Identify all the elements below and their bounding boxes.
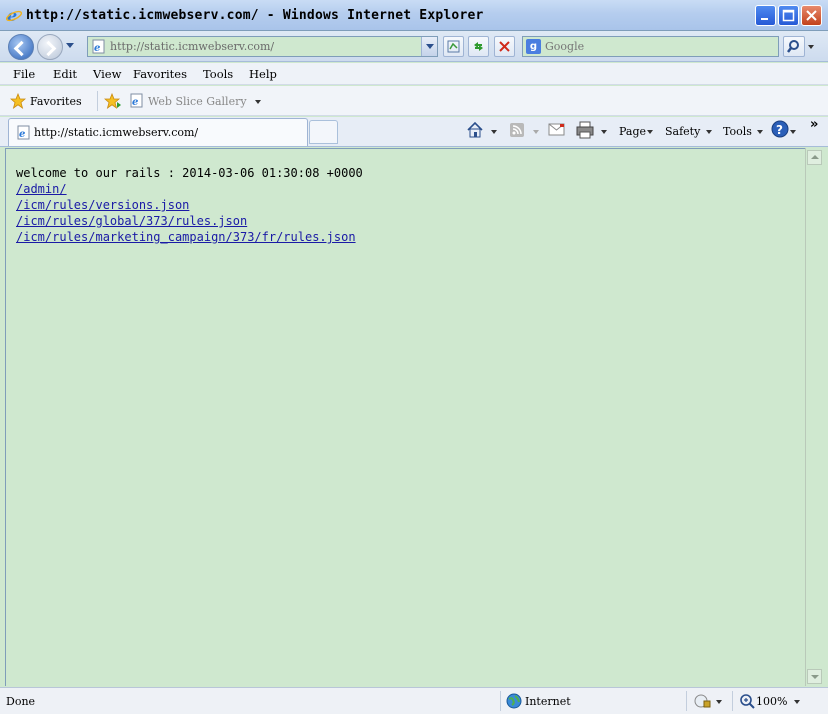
close-icon (806, 10, 817, 21)
status-divider (500, 691, 501, 711)
page-content: welcome to our rails : 2014-03-06 01:30:… (5, 148, 805, 686)
search-icon (787, 40, 799, 53)
globe-icon (506, 693, 522, 709)
favorites-bar: Favorites e Web Slice Gallery (0, 86, 828, 116)
recent-pages-dropdown[interactable] (66, 43, 74, 48)
chevron-down-icon[interactable] (255, 100, 261, 104)
print-dropdown-icon[interactable] (601, 130, 607, 134)
link-admin[interactable]: /admin/ (16, 182, 67, 196)
status-text: Done (6, 695, 36, 708)
scroll-up-button[interactable] (807, 150, 822, 165)
compatibility-view-icon (447, 40, 460, 53)
status-bar: Done Internet 100% (0, 687, 828, 714)
stop-button[interactable] (494, 36, 515, 57)
add-to-favorites-bar-icon[interactable] (104, 93, 122, 109)
page-dropdown-icon[interactable] (647, 130, 653, 134)
page-icon: e (92, 39, 105, 54)
compatibility-view-button[interactable] (443, 36, 464, 57)
home-dropdown-icon[interactable] (491, 130, 497, 134)
window-title: http://static.icmwebserv.com/ - Windows … (26, 8, 484, 23)
address-input[interactable] (110, 39, 410, 54)
svg-text:e: e (132, 97, 138, 108)
security-zone-label: Internet (525, 695, 571, 708)
status-divider (732, 691, 733, 711)
svg-text:e: e (19, 129, 25, 140)
close-window-button[interactable] (801, 5, 822, 26)
feeds-dropdown-icon[interactable] (533, 130, 539, 134)
help-icon[interactable]: ? (771, 120, 789, 138)
more-commands-chevron-icon[interactable]: » (810, 117, 818, 132)
safety-dropdown-icon[interactable] (706, 130, 712, 134)
mail-icon[interactable] (548, 123, 566, 136)
google-icon: g (526, 39, 541, 54)
forward-button[interactable] (37, 34, 63, 60)
menu-view[interactable]: View (93, 67, 121, 81)
maximize-icon (782, 9, 795, 22)
welcome-text: welcome to our rails : 2014-03-06 01:30:… (16, 166, 363, 180)
maximize-button[interactable] (778, 5, 799, 26)
vertical-scrollbar[interactable] (805, 148, 822, 686)
zoom-dropdown-icon[interactable] (794, 700, 800, 704)
refresh-button[interactable] (468, 36, 489, 57)
menu-help[interactable]: Help (249, 67, 277, 81)
refresh-icon (474, 42, 483, 51)
minimize-icon (761, 18, 768, 20)
search-options-dropdown[interactable] (806, 36, 817, 57)
link-versions-json[interactable]: /icm/rules/versions.json (16, 198, 189, 212)
help-dropdown-icon[interactable] (790, 130, 796, 134)
tab-active[interactable]: e http://static.icmwebserv.com/ (8, 118, 308, 146)
search-box: g (522, 36, 779, 57)
svg-text:?: ? (776, 123, 783, 137)
link-marketing-campaign-rules-json[interactable]: /icm/rules/marketing_campaign/373/fr/rul… (16, 230, 356, 244)
toolbar-divider (97, 91, 98, 111)
stop-icon (499, 41, 510, 52)
new-tab-button[interactable] (309, 120, 338, 144)
web-slice-page-icon: e (130, 93, 143, 108)
feeds-icon[interactable] (509, 122, 525, 138)
search-button[interactable] (783, 36, 805, 57)
status-divider (686, 691, 687, 711)
zoom-level[interactable]: 100% (756, 695, 787, 708)
favorites-star-icon[interactable] (10, 93, 26, 109)
menu-bar: File Edit View Favorites Tools Help (0, 63, 828, 85)
favorites-button[interactable]: Favorites (30, 95, 82, 108)
menu-edit[interactable]: Edit (53, 67, 77, 81)
scroll-down-button[interactable] (807, 669, 822, 684)
address-bar: e (87, 36, 438, 57)
svg-text:e: e (94, 43, 100, 54)
link-global-rules-json[interactable]: /icm/rules/global/373/rules.json (16, 214, 247, 228)
ie-logo-icon: e (6, 7, 22, 23)
title-bar: e http://static.icmwebserv.com/ - Window… (0, 0, 828, 31)
tools-menu-button[interactable]: Tools (723, 125, 752, 138)
navigation-bar: e g (0, 31, 828, 62)
back-button[interactable] (8, 34, 34, 60)
web-slice-gallery-link[interactable]: Web Slice Gallery (148, 95, 247, 108)
page-icon: e (17, 125, 30, 140)
tab-row: e http://static.icmwebserv.com/ Page Saf… (0, 117, 828, 147)
menu-favorites[interactable]: Favorites (133, 67, 187, 81)
print-icon[interactable] (575, 121, 595, 139)
menu-tools[interactable]: Tools (203, 67, 233, 81)
protected-mode-icon[interactable] (694, 693, 712, 709)
zoom-icon[interactable] (739, 693, 755, 709)
search-input[interactable] (545, 39, 765, 54)
tools-dropdown-icon[interactable] (757, 130, 763, 134)
home-icon[interactable] (466, 121, 484, 139)
protected-mode-dropdown-icon[interactable] (716, 700, 722, 704)
minimize-button[interactable] (755, 5, 776, 26)
tab-label: http://static.icmwebserv.com/ (34, 126, 199, 139)
safety-menu-button[interactable]: Safety (665, 125, 700, 138)
page-menu-button[interactable]: Page (619, 125, 646, 138)
address-dropdown-button[interactable] (421, 37, 437, 56)
menu-file[interactable]: File (13, 67, 35, 81)
